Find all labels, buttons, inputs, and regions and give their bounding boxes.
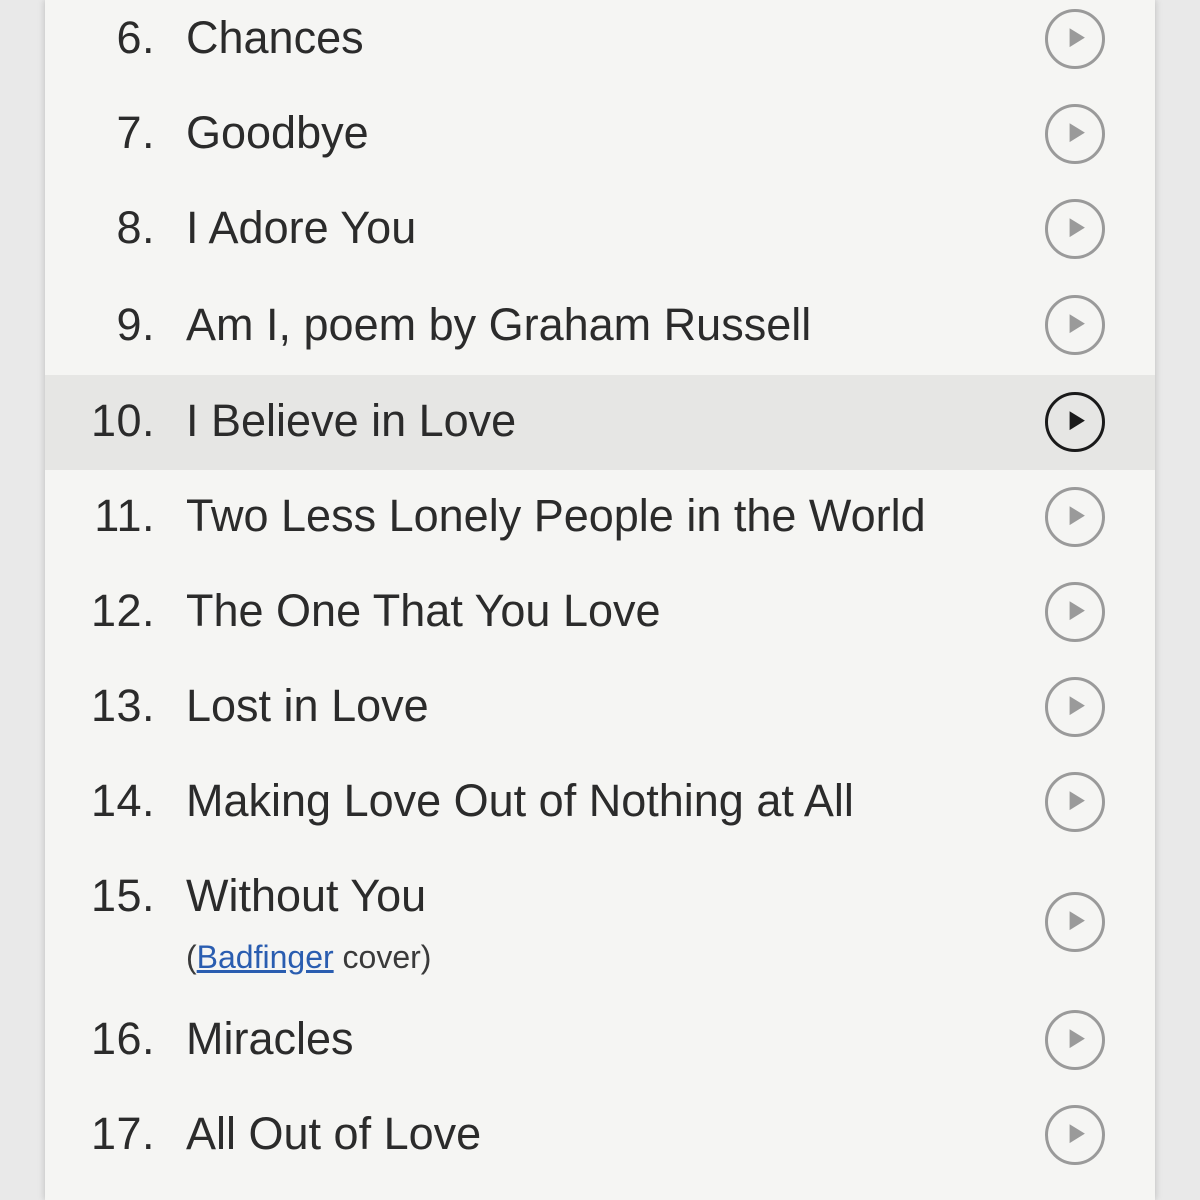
track-row-11[interactable]: 11. Two Less Lonely People in the World <box>45 470 1155 565</box>
track-row-9[interactable]: 9. Am I, poem by Graham Russell <box>45 275 1155 375</box>
track-title: Miracles <box>186 1013 354 1064</box>
track-title: Without You <box>186 870 427 921</box>
artist-link-badfinger[interactable]: Badfinger <box>197 939 334 975</box>
play-icon <box>1069 506 1085 526</box>
track-title: Chances <box>186 12 364 63</box>
play-button[interactable] <box>1045 104 1105 164</box>
track-title: Am I, poem by Graham Russell <box>186 299 812 350</box>
play-button[interactable] <box>1045 199 1105 259</box>
track-row-13[interactable]: 13. Lost in Love <box>45 660 1155 755</box>
track-number: 9. <box>116 299 155 350</box>
track-row-10[interactable]: 10. I Believe in Love <box>45 375 1155 470</box>
track-title: I Believe in Love <box>186 395 517 446</box>
track-title: Two Less Lonely People in the World <box>186 490 926 541</box>
track-row-16[interactable]: 16. Miracles <box>45 995 1155 1090</box>
play-icon <box>1069 911 1085 931</box>
note-paren-open: ( <box>186 939 197 975</box>
play-button[interactable] <box>1045 392 1105 452</box>
play-button[interactable] <box>1045 892 1105 952</box>
play-icon <box>1069 1029 1085 1049</box>
track-row-6[interactable]: 6. Chances <box>45 0 1155 85</box>
track-title: Goodbye <box>186 107 369 158</box>
play-button[interactable] <box>1045 1105 1105 1165</box>
track-number: 16. <box>90 1013 155 1064</box>
play-icon <box>1069 123 1085 143</box>
play-button[interactable] <box>1045 9 1105 69</box>
play-icon <box>1069 601 1085 621</box>
play-button[interactable] <box>1045 1010 1105 1070</box>
play-button[interactable] <box>1045 677 1105 737</box>
track-title: The One That You Love <box>186 585 661 636</box>
play-button[interactable] <box>1045 295 1105 355</box>
track-number: 6. <box>116 12 155 63</box>
track-row-14[interactable]: 14. Making Love Out of Nothing at All <box>45 755 1155 850</box>
track-note: (Badfinger cover) <box>186 938 431 976</box>
track-row-8[interactable]: 8. I Adore You <box>45 180 1155 275</box>
play-button[interactable] <box>1045 772 1105 832</box>
track-title: I Adore You <box>186 202 417 253</box>
track-list: 6. Chances 7. Goodbye 8. I Adore You 9. … <box>45 0 1155 1200</box>
track-number: 14. <box>90 775 155 826</box>
play-icon <box>1069 218 1085 238</box>
play-icon <box>1069 411 1085 431</box>
track-title: Lost in Love <box>186 680 429 731</box>
note-suffix: cover) <box>333 939 432 975</box>
play-button[interactable] <box>1045 487 1105 547</box>
track-number: 11. <box>94 490 155 541</box>
play-icon <box>1069 791 1085 811</box>
track-title: Making Love Out of Nothing at All <box>186 775 854 826</box>
track-title: All Out of Love <box>186 1108 482 1159</box>
track-row-17[interactable]: 17. All Out of Love <box>45 1090 1155 1200</box>
track-number: 10. <box>90 395 155 446</box>
track-row-15[interactable]: 15. Without You (Badfinger cover) <box>45 850 1155 995</box>
play-icon <box>1069 1124 1085 1144</box>
play-icon <box>1069 696 1085 716</box>
play-icon <box>1069 314 1085 334</box>
track-number: 12. <box>90 585 155 636</box>
track-row-12[interactable]: 12. The One That You Love <box>45 565 1155 660</box>
play-button[interactable] <box>1045 582 1105 642</box>
track-number: 8. <box>116 202 155 253</box>
track-number: 15. <box>90 870 155 921</box>
track-number: 13. <box>90 680 155 731</box>
track-number: 17. <box>90 1108 155 1159</box>
track-row-7[interactable]: 7. Goodbye <box>45 85 1155 180</box>
track-number: 7. <box>116 107 155 158</box>
play-icon <box>1069 28 1085 48</box>
